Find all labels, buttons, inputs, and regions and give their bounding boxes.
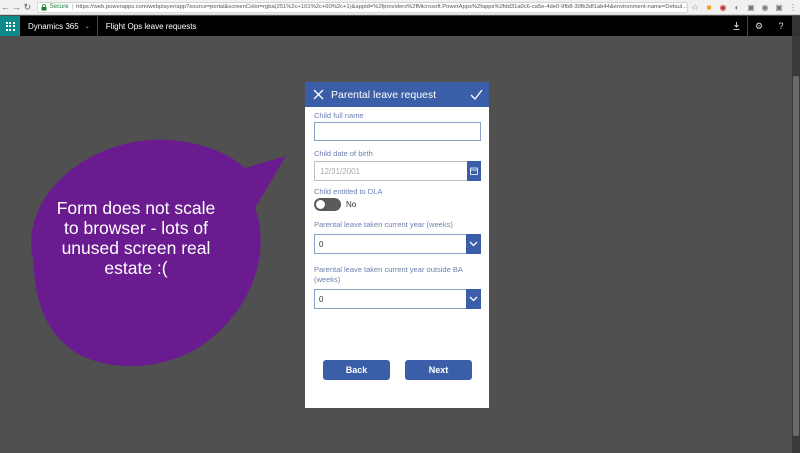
dla-toggle-value: No: [346, 200, 357, 209]
form-title: Parental leave request: [331, 88, 437, 101]
page-scrollbar[interactable]: [792, 36, 800, 453]
scrollbar-thumb[interactable]: [793, 76, 799, 436]
dob-date-picker[interactable]: 12/31/2001: [314, 161, 481, 181]
chevron-down-icon: ⌄: [84, 23, 90, 30]
toggle-knob: [316, 200, 325, 209]
secure-label: Secure: [49, 4, 69, 10]
callout-text: Form does not scale to browser - lots of…: [56, 198, 216, 278]
header-divider: [96, 16, 98, 36]
help-icon[interactable]: ?: [770, 16, 792, 36]
browser-toolbar: ← → ↻ Secure | https://web.powerapps.com…: [0, 0, 800, 15]
url-text: https://web.powerapps.com/webplayer/app?…: [76, 4, 687, 10]
parental-leave-form: Parental leave request Child full name C…: [305, 82, 489, 408]
scrollbar-track-top: [792, 16, 800, 36]
child-name-label: Child full name: [314, 111, 364, 120]
extension-icon[interactable]: ■: [702, 1, 716, 14]
dla-label: Child entitled to DLA: [314, 187, 383, 196]
star-icon[interactable]: ☆: [688, 1, 702, 14]
reload-icon[interactable]: ↻: [22, 1, 33, 14]
extension-icon[interactable]: ◐: [730, 1, 744, 14]
current-year-value: 0: [319, 239, 324, 249]
brand-label: Dynamics 365: [28, 21, 79, 31]
current-year-dropdown[interactable]: 0: [314, 234, 481, 254]
header-actions: ⚙ ?: [725, 16, 800, 36]
outside-ba-value: 0: [319, 294, 324, 304]
back-button[interactable]: Back: [323, 360, 390, 380]
adblock-icon[interactable]: ◉: [716, 1, 730, 14]
dob-placeholder: 12/31/2001: [320, 166, 361, 176]
current-year-label: Parental leave taken current year (weeks…: [314, 220, 453, 229]
outside-ba-label: Parental leave taken current year outsid…: [314, 265, 463, 284]
calendar-icon[interactable]: [467, 161, 481, 181]
settings-icon[interactable]: ⚙: [748, 16, 770, 36]
extensions-area: ☆ ■ ◉ ◐ ▣ ◉ ▣ ⋮: [688, 1, 800, 14]
app-launcher-icon[interactable]: [0, 16, 20, 36]
back-icon[interactable]: ←: [0, 1, 11, 14]
app-title: Flight Ops leave requests: [105, 21, 197, 31]
submit-check-icon[interactable]: [463, 82, 489, 107]
next-button[interactable]: Next: [405, 360, 472, 380]
extension-icon[interactable]: ▣: [772, 1, 786, 14]
forward-icon[interactable]: →: [11, 1, 22, 14]
extension-icon[interactable]: ◉: [758, 1, 772, 14]
form-header: Parental leave request: [305, 82, 489, 107]
download-icon[interactable]: [725, 16, 747, 36]
app-header: Dynamics 365 ⌄ Flight Ops leave requests…: [0, 16, 800, 36]
address-bar[interactable]: Secure | https://web.powerapps.com/webpl…: [36, 1, 688, 13]
lock-icon: [41, 3, 48, 11]
outside-ba-dropdown[interactable]: 0: [314, 289, 481, 309]
address-separator: |: [71, 4, 74, 10]
dla-toggle[interactable]: [314, 198, 341, 211]
chevron-down-icon[interactable]: [466, 234, 481, 254]
child-name-input[interactable]: [314, 122, 481, 141]
brand-menu[interactable]: Dynamics 365 ⌄: [28, 22, 90, 31]
dob-label: Child date of birth: [314, 149, 373, 158]
chevron-down-icon[interactable]: [466, 289, 481, 309]
menu-icon[interactable]: ⋮: [786, 1, 800, 14]
close-icon[interactable]: [305, 82, 331, 107]
extension-icon[interactable]: ▣: [744, 1, 758, 14]
